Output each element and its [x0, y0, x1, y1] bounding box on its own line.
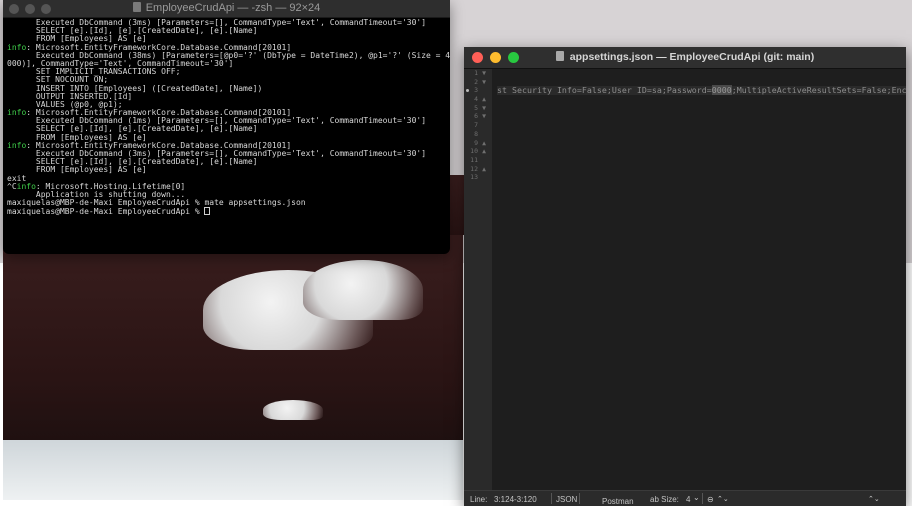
masked-password: 0000	[711, 85, 732, 96]
gutter-line-5[interactable]: 5 ▼	[464, 104, 492, 113]
fold-toggle-icon[interactable]: ▼	[480, 104, 486, 113]
line-number: 8	[474, 129, 478, 138]
wallpaper-edge	[450, 175, 464, 235]
line-number: 2	[474, 77, 478, 86]
fold-toggle-icon[interactable]: ▲	[480, 139, 486, 148]
gutter-line-6[interactable]: 6 ▼	[464, 112, 492, 121]
gutter-line-2[interactable]: 2 ▼	[464, 78, 492, 87]
line-label: Line:	[470, 495, 488, 504]
line-number: 9	[474, 138, 478, 147]
gutter-line-7[interactable]: 7	[464, 121, 492, 130]
line-number: 1	[474, 69, 478, 77]
bookmark-icon[interactable]	[466, 89, 469, 93]
line-number: 13	[470, 173, 478, 182]
gutter-line-12[interactable]: 12 ▲	[464, 165, 492, 174]
line-number: 6	[474, 112, 478, 121]
prompt-text: maxiquelas@MBP-de-Maxi EmployeeCrudApi %	[7, 207, 205, 217]
document-icon	[555, 51, 564, 61]
line-number: 5	[474, 103, 478, 112]
terminal-line: FROM [Employees] AS [e]	[7, 166, 446, 174]
folder-icon	[132, 2, 141, 12]
gutter-line-3[interactable]: 3	[464, 86, 492, 95]
fold-toggle-icon[interactable]: ▲	[480, 95, 486, 104]
terminal-window[interactable]: EmployeeCrudApi — -zsh — 92×24 Executed …	[3, 0, 450, 254]
terminal-title: EmployeeCrudApi — -zsh — 92×24	[3, 2, 450, 14]
language-selector[interactable]: JSON	[556, 495, 577, 504]
line-number-gutter[interactable]: 1 ▼ 2 ▼ 3 4 ▲ 5 ▼ 6 ▼ 7 8 9 ▲ 10 ▲ 11 12 ▲ 13	[464, 69, 492, 491]
fold-toggle-icon[interactable]: ▼	[480, 112, 486, 121]
editor-title: appsettings.json — EmployeeCrudApi (git:…	[464, 51, 906, 63]
text-cursor	[204, 207, 211, 216]
gutter-line-10[interactable]: 10 ▲	[464, 147, 492, 156]
line-position[interactable]: 3:124-3:120	[494, 495, 537, 504]
editor-window[interactable]: appsettings.json — EmployeeCrudApi (git:…	[464, 47, 906, 506]
gutter-line-11[interactable]: 11	[464, 156, 492, 165]
fold-toggle-icon[interactable]: ▲	[480, 147, 486, 156]
gutter-line-4[interactable]: 4 ▲	[464, 95, 492, 104]
line-number: 3	[474, 86, 478, 95]
terminal-titlebar[interactable]: EmployeeCrudApi — -zsh — 92×24	[3, 0, 450, 18]
tab-size-label[interactable]: ab Size:	[650, 495, 679, 504]
line-number: 12	[470, 164, 478, 173]
wallpaper-landscape	[3, 230, 463, 500]
line-number: 7	[474, 121, 478, 130]
line-number: 10	[470, 147, 478, 156]
terminal-line: maxiquelas@MBP-de-Maxi EmployeeCrudApi %…	[7, 199, 446, 207]
settings-icon[interactable]: ⊖	[707, 495, 714, 504]
editor-titlebar[interactable]: appsettings.json — EmployeeCrudApi (git:…	[464, 47, 906, 69]
gutter-line-8[interactable]: 8	[464, 130, 492, 139]
gutter-line-9[interactable]: 9 ▲	[464, 139, 492, 148]
terminal-output[interactable]: Executed DbCommand (3ms) [Parameters=[],…	[3, 18, 450, 217]
tab-size-chevron-icon[interactable]: ⌄	[693, 493, 700, 502]
terminal-prompt-line[interactable]: maxiquelas@MBP-de-Maxi EmployeeCrudApi %	[7, 207, 446, 217]
gutter-line-13[interactable]: 13	[464, 173, 492, 182]
fold-toggle-icon[interactable]: ▲	[480, 165, 486, 174]
status-bar: Line: 3:124-3:120 JSON Postman ab Size: …	[464, 490, 906, 506]
fold-toggle-icon[interactable]: ▼	[480, 78, 486, 87]
line-number: 4	[474, 95, 478, 104]
code-area[interactable]: st Security Info=False;User ID=sa;Passwo…	[497, 69, 906, 491]
code-line-3[interactable]: st Security Info=False;User ID=sa;Passwo…	[497, 85, 906, 96]
bundle-selector[interactable]: Postman	[602, 497, 634, 506]
line-number: 11	[470, 155, 478, 164]
scroll-stepper-icon[interactable]: ⌃⌄	[868, 495, 880, 503]
symbol-stepper-icon[interactable]: ⌃⌄	[717, 495, 729, 503]
tab-size-value[interactable]: 4	[686, 495, 690, 504]
fold-toggle-icon[interactable]: ▼	[480, 69, 486, 78]
terminal-line-text: maxiquelas@MBP-de-Maxi EmployeeCrudApi %…	[7, 198, 306, 208]
terminal-line-text: FROM [Employees] AS [e]	[7, 165, 147, 175]
gutter-line-1[interactable]: 1 ▼	[464, 69, 492, 78]
